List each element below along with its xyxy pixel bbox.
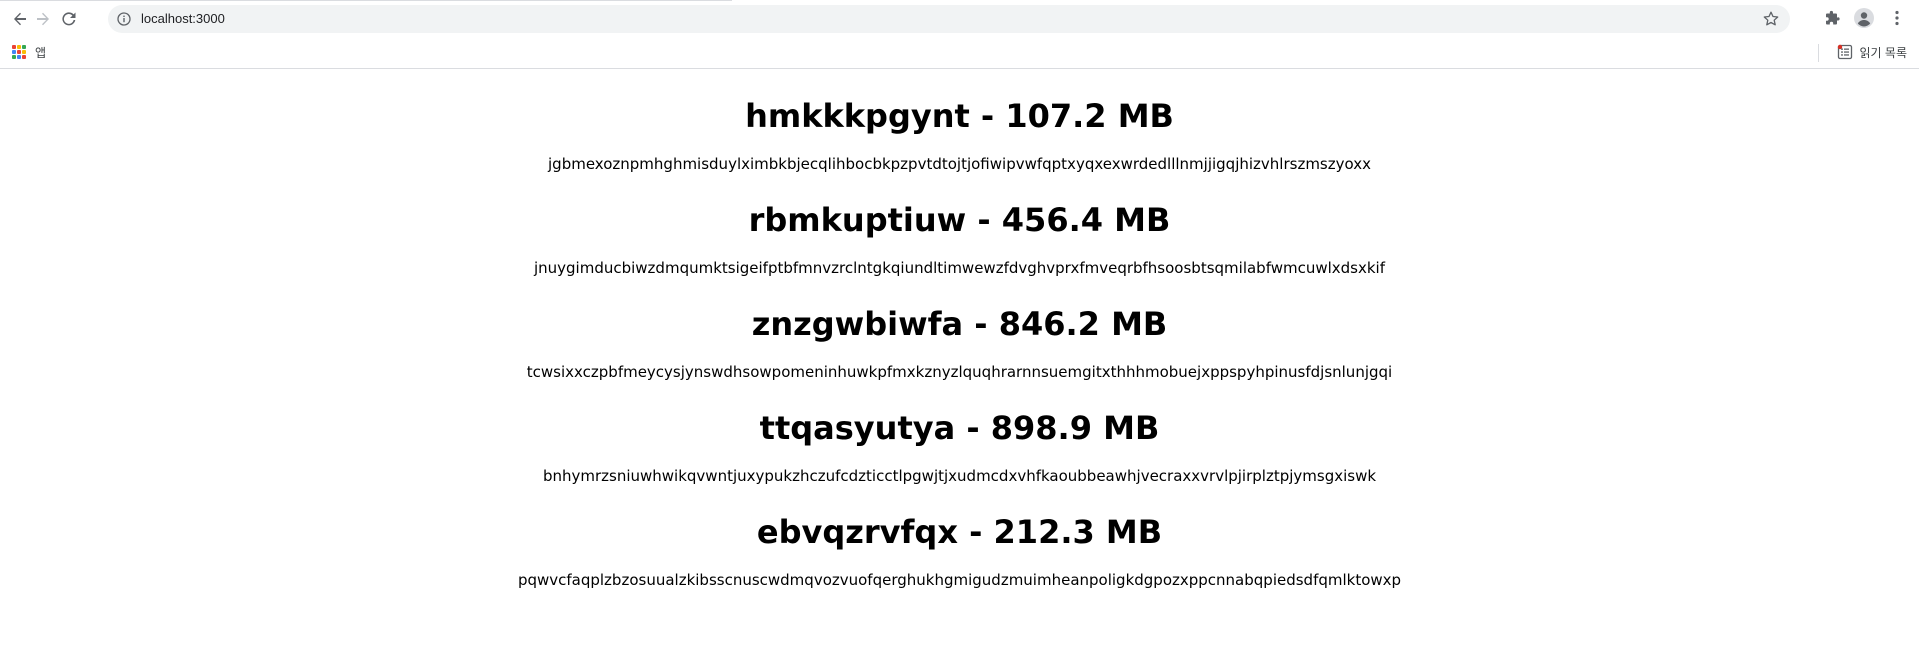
arrow-right-icon [37,12,49,26]
item-title: ebvqzrvfqx - 212.3 MB [756,513,1163,551]
item-title: znzgwbiwfa - 846.2 MB [751,305,1168,343]
list-item: znzgwbiwfa - 846.2 MB tcwsixxczpbfmeycys… [0,304,1919,382]
item-description: jgbmexoznpmhghmisduylximbkbjecqlihbocbkp… [548,155,1371,173]
tab-strip-edge [0,0,732,1]
kebab-menu-icon [1895,10,1899,26]
item-description: tcwsixxczpbfmeycysjynswdhsowpomeninhuwkp… [526,363,1393,381]
item-title: ttqasyutya - 898.9 MB [759,409,1160,447]
item-description: bnhymrzsniuwhwikqvwntjuxypukzhczufcdztic… [542,467,1377,485]
list-item: ttqasyutya - 898.9 MB bnhymrzsniuwhwikqv… [0,408,1919,486]
avatar-icon [1854,8,1874,28]
arrow-left-icon [14,12,26,26]
reading-list-button[interactable]: 읽기 목록 [1837,42,1908,62]
item-description: jnuygimducbiwzdmqumktsigeifptbfmnvzrclnt… [533,259,1386,277]
reload-icon [62,12,76,26]
list-item: hmkkkpgynt - 107.2 MB jgbmexoznpmhghmisd… [0,96,1919,174]
puzzle-icon [1826,10,1840,25]
reading-list-label[interactable]: 읽기 목록 [1860,44,1908,61]
forward-button[interactable] [30,6,56,32]
item-title: hmkkkpgynt - 107.2 MB [745,97,1174,135]
list-item: rbmkuptiuw - 456.4 MB jnuygimducbiwzdmqu… [0,200,1919,278]
list-item: ebvqzrvfqx - 212.3 MB pqwvcfaqplzbzosuua… [0,512,1919,590]
menu-button[interactable] [1886,7,1908,29]
apps-grid-icon [12,45,26,59]
url-text[interactable]: localhost:3000 [141,10,225,28]
bookmarks-bar: 앱 읽기 목록 [0,36,1919,69]
bookmarks-divider [1818,44,1819,62]
bookmark-label[interactable]: 앱 [35,44,46,61]
extensions-button[interactable] [1822,7,1844,29]
page-content: hmkkkpgynt - 107.2 MB jgbmexoznpmhghmisd… [0,69,1919,590]
address-bar[interactable]: localhost:3000 [108,5,1790,33]
info-icon[interactable] [117,12,131,26]
bookmark-apps[interactable]: 앱 [12,42,46,62]
profile-button[interactable] [1853,7,1875,29]
bookmark-star-icon[interactable] [1762,10,1780,28]
item-title: rbmkuptiuw - 456.4 MB [748,201,1171,239]
reading-list-icon [1837,44,1852,60]
item-description: pqwvcfaqplzbzosuualzkibsscnuscwdmqvozvuo… [517,571,1402,589]
reload-button[interactable] [56,6,82,32]
browser-toolbar: localhost:3000 [0,0,1919,36]
